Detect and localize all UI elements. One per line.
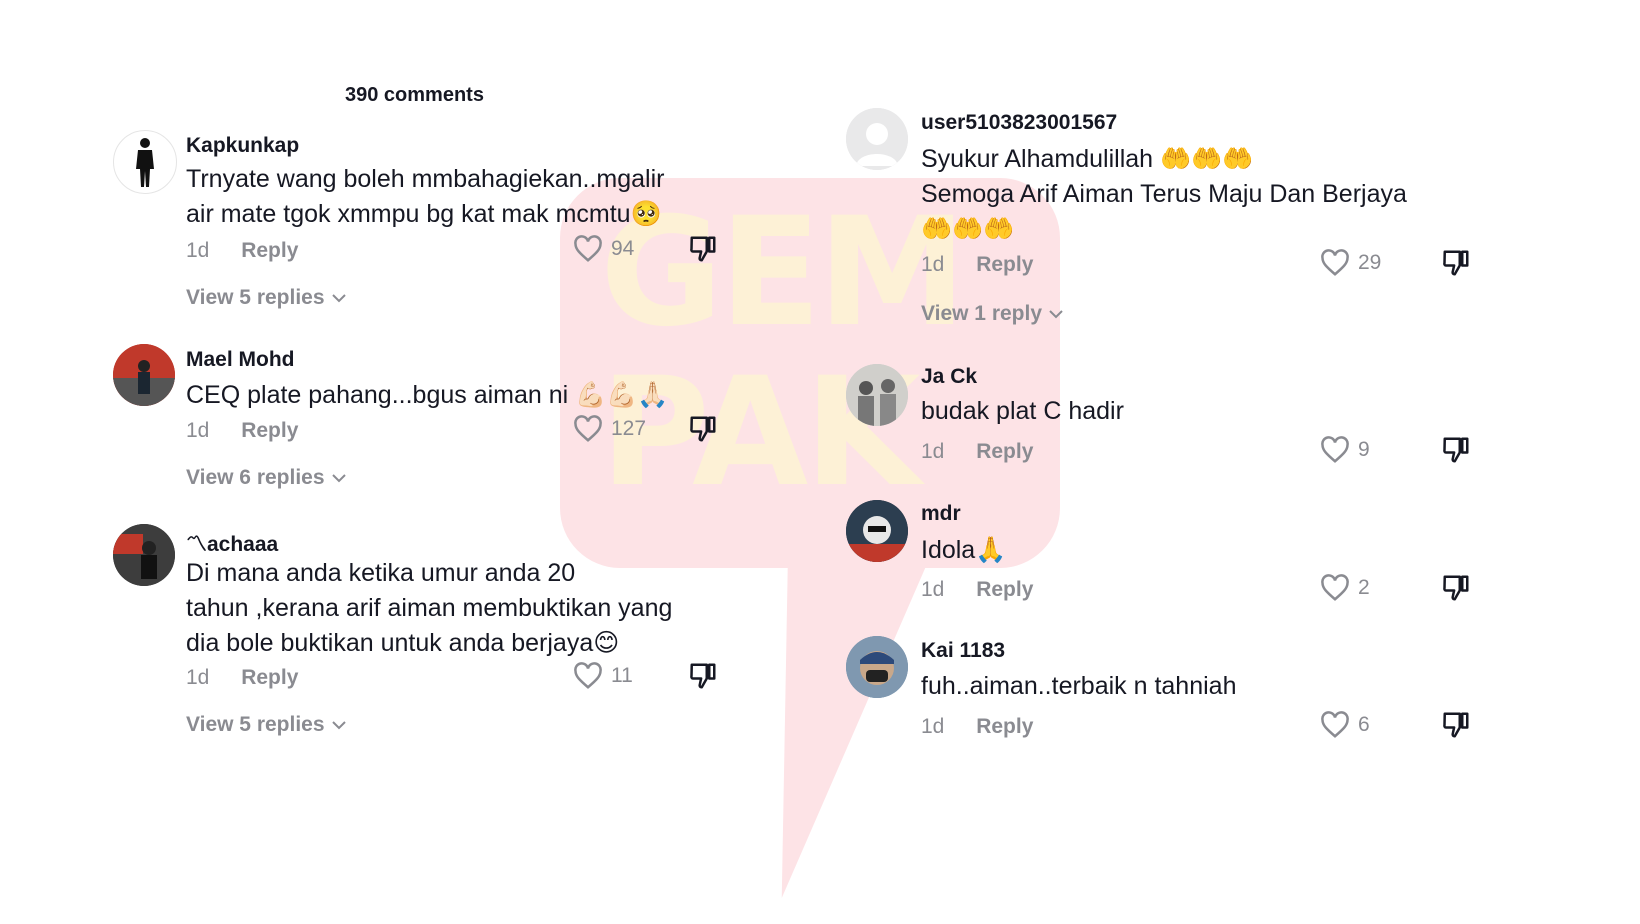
username[interactable]: 〽achaaa xyxy=(186,528,278,558)
heart-icon xyxy=(1321,436,1349,463)
comment-time: 1d xyxy=(186,419,210,442)
avatar[interactable] xyxy=(113,524,175,586)
heart-icon xyxy=(1321,574,1349,601)
comment-time: 1d xyxy=(186,239,210,262)
like-button[interactable]: 29 xyxy=(1320,249,1381,277)
dislike-button[interactable] xyxy=(688,414,718,449)
view-replies-button[interactable]: View 5 replies xyxy=(186,713,347,737)
comment-time: 1d xyxy=(921,578,945,601)
reply-button[interactable]: Reply xyxy=(241,419,298,442)
reply-button[interactable]: Reply xyxy=(241,666,298,689)
username[interactable]: Mael Mohd xyxy=(186,348,295,372)
chevron-down-icon xyxy=(331,294,346,303)
like-count: 127 xyxy=(611,417,647,440)
comment-time: 1d xyxy=(186,666,210,689)
dislike-icon xyxy=(1443,250,1469,276)
avatar[interactable] xyxy=(113,130,177,194)
username[interactable]: Kapkunkap xyxy=(186,134,299,158)
dislike-button[interactable] xyxy=(688,661,718,696)
like-button[interactable]: 127 xyxy=(573,415,646,443)
avatar[interactable] xyxy=(846,108,908,170)
reply-button[interactable]: Reply xyxy=(241,239,298,262)
dislike-icon xyxy=(690,236,716,262)
view-replies-button[interactable]: View 5 replies xyxy=(186,286,347,310)
comment-text: Di mana anda ketika umur anda 20 tahun ,… xyxy=(186,559,673,657)
view-replies-button[interactable]: View 1 reply xyxy=(921,302,1064,326)
dislike-button[interactable] xyxy=(1441,435,1471,470)
avatar[interactable] xyxy=(846,500,908,562)
username[interactable]: user5103823001567 xyxy=(921,111,1117,135)
dislike-button[interactable] xyxy=(1441,710,1471,745)
comment-text: budak plat C hadir xyxy=(921,397,1124,425)
heart-icon xyxy=(1321,711,1349,738)
like-button[interactable]: 9 xyxy=(1320,436,1370,464)
like-count: 29 xyxy=(1358,251,1382,274)
reply-button[interactable]: Reply xyxy=(976,440,1033,463)
comment-time: 1d xyxy=(921,715,945,738)
watermark-tail xyxy=(711,538,939,898)
reply-button[interactable]: Reply xyxy=(976,578,1033,601)
comment-text: Trnyate wang boleh mmbahagiekan..mgalir … xyxy=(186,165,665,228)
avatar[interactable] xyxy=(846,364,908,426)
reply-button[interactable]: Reply xyxy=(976,253,1033,276)
heart-icon xyxy=(574,235,602,262)
like-button[interactable]: 6 xyxy=(1320,711,1370,739)
avatar[interactable] xyxy=(113,344,175,406)
avatar[interactable] xyxy=(846,636,908,698)
like-button[interactable]: 94 xyxy=(573,235,634,263)
dislike-button[interactable] xyxy=(1441,573,1471,608)
comment-text: fuh..aiman..terbaik n tahniah xyxy=(921,672,1237,700)
dislike-icon xyxy=(690,663,716,689)
like-button[interactable]: 11 xyxy=(573,662,633,690)
dislike-button[interactable] xyxy=(688,234,718,269)
view-replies-button[interactable]: View 6 replies xyxy=(186,466,347,490)
reply-button[interactable]: Reply xyxy=(976,715,1033,738)
chevron-down-icon xyxy=(331,721,346,730)
comment-time: 1d xyxy=(921,253,945,276)
username[interactable]: Kai 1183 xyxy=(921,639,1005,663)
heart-icon xyxy=(574,415,602,442)
dislike-icon xyxy=(1443,437,1469,463)
chevron-down-icon xyxy=(331,474,346,483)
comment-count: 390 comments xyxy=(345,84,484,106)
like-count: 2 xyxy=(1358,576,1370,599)
heart-icon xyxy=(574,662,602,689)
chevron-down-icon xyxy=(1049,310,1063,319)
username[interactable]: mdr xyxy=(921,502,961,526)
like-count: 9 xyxy=(1358,438,1370,461)
comment-time: 1d xyxy=(921,440,945,463)
comment-text: Syukur Alhamdulillah 🤲🤲🤲 Semoga Arif Aim… xyxy=(921,145,1407,243)
dislike-button[interactable] xyxy=(1441,248,1471,283)
watermark-text: GEM PAK xyxy=(600,186,967,520)
like-count: 6 xyxy=(1358,713,1370,736)
like-count: 11 xyxy=(611,664,633,687)
dislike-icon xyxy=(1443,712,1469,738)
dislike-icon xyxy=(690,416,716,442)
dislike-icon xyxy=(1443,575,1469,601)
username[interactable]: Ja Ck xyxy=(921,365,977,389)
comment-text: Idola🙏 xyxy=(921,536,1007,564)
heart-icon xyxy=(1321,249,1349,276)
like-count: 94 xyxy=(611,237,635,260)
comment-text: CEQ plate pahang...bgus aiman ni 💪🏻💪🏻🙏🏻 xyxy=(186,381,669,409)
like-button[interactable]: 2 xyxy=(1320,574,1370,602)
